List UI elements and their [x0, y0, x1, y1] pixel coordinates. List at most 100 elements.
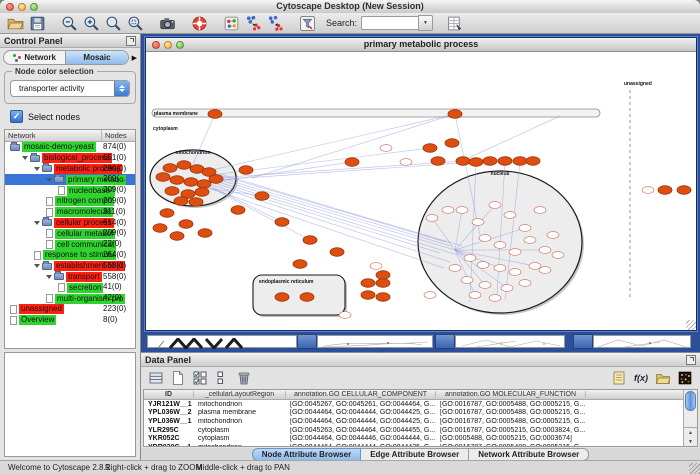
- tree-row[interactable]: cell communicat22(0): [5, 239, 135, 250]
- table-row[interactable]: YDR039C__1mitochondrion[GO:0044464, GO:0…: [144, 443, 684, 447]
- network-node[interactable]: [177, 161, 191, 170]
- tree-row[interactable]: nitrogen compo209(0): [5, 196, 135, 207]
- network-node[interactable]: [184, 178, 198, 187]
- network-node[interactable]: [156, 173, 170, 182]
- zoom-fit-button[interactable]: [103, 14, 123, 32]
- network-node[interactable]: [477, 262, 489, 269]
- tab-network[interactable]: Network: [4, 51, 66, 64]
- function-builder-button[interactable]: f(x): [631, 369, 651, 387]
- network-node[interactable]: [519, 280, 531, 287]
- select-nodes-checkbox[interactable]: ✓: [10, 110, 23, 123]
- network-node[interactable]: [448, 110, 462, 119]
- network-node[interactable]: [198, 229, 212, 238]
- network-node[interactable]: [197, 180, 211, 189]
- network-node[interactable]: [519, 225, 531, 232]
- network-node[interactable]: [345, 158, 359, 167]
- network-node[interactable]: [275, 293, 289, 302]
- float-data-panel-icon[interactable]: [686, 355, 696, 365]
- help-button[interactable]: [189, 14, 209, 32]
- network-node[interactable]: [539, 267, 551, 274]
- tree-row[interactable]: macromolecule311(0): [5, 207, 135, 218]
- tree-row[interactable]: cellular process614(0): [5, 218, 135, 229]
- tree-row[interactable]: multi-organism pro42(0): [5, 293, 135, 304]
- tab-mosaic[interactable]: Mosaic: [66, 51, 127, 64]
- network-node[interactable]: [431, 157, 445, 166]
- network-node[interactable]: [370, 263, 382, 270]
- select-attributes-button[interactable]: [190, 369, 210, 387]
- collapse-network-button[interactable]: [265, 14, 285, 32]
- network-view-frame[interactable]: primary metabolic process plasma membran…: [145, 37, 697, 331]
- annotation-button[interactable]: [221, 14, 241, 32]
- tree-row[interactable]: unassigned223(0): [5, 304, 135, 315]
- network-node[interactable]: [208, 110, 222, 119]
- import-table-button[interactable]: [444, 14, 464, 32]
- network-node[interactable]: [189, 198, 203, 207]
- network-node[interactable]: [330, 248, 344, 257]
- snapshot-button[interactable]: [157, 14, 177, 32]
- tree-row[interactable]: secretion41(0): [5, 282, 135, 293]
- network-node[interactable]: [179, 220, 193, 229]
- expander-icon[interactable]: [22, 156, 28, 160]
- unselect-attributes-button[interactable]: [212, 369, 232, 387]
- node-color-dropdown[interactable]: transporter activity: [10, 80, 130, 97]
- table-row[interactable]: YJR121W__1mitochondrion[GO:0045267, GO:0…: [144, 400, 684, 409]
- search-input[interactable]: [361, 16, 418, 30]
- frame-resize-grip[interactable]: [686, 320, 696, 330]
- network-node[interactable]: [361, 279, 375, 288]
- network-node[interactable]: [539, 247, 551, 254]
- column-layout-button[interactable]: [146, 369, 166, 387]
- network-node[interactable]: [494, 242, 506, 249]
- network-node[interactable]: [547, 232, 559, 239]
- expander-icon[interactable]: [46, 275, 52, 279]
- window-titlebar[interactable]: Cytoscape Desktop (New Session): [0, 0, 700, 14]
- minimized-titlebar-fragment[interactable]: [297, 334, 317, 349]
- network-node[interactable]: [469, 158, 483, 167]
- tree-row[interactable]: transport558(0): [5, 272, 135, 283]
- network-node[interactable]: [160, 209, 174, 218]
- network-node[interactable]: [239, 166, 253, 175]
- tree-row[interactable]: biological_process651(0): [5, 153, 135, 164]
- network-node[interactable]: [534, 207, 546, 214]
- tree-row[interactable]: nucleobase-209(0): [5, 185, 135, 196]
- scrollbar-thumb[interactable]: [685, 391, 696, 411]
- network-node[interactable]: [400, 159, 412, 166]
- network-node[interactable]: [479, 235, 491, 242]
- expander-icon[interactable]: [34, 221, 40, 225]
- table-header-cell[interactable]: _cellularLayoutRegion: [194, 391, 286, 398]
- network-node[interactable]: [426, 215, 438, 222]
- expand-network-button[interactable]: [243, 14, 263, 32]
- network-node[interactable]: [423, 144, 437, 153]
- network-node[interactable]: [361, 291, 375, 300]
- zoom-in-button[interactable]: [81, 14, 101, 32]
- search-dropdown-button[interactable]: ▼: [418, 15, 433, 31]
- table-header-cell[interactable]: ID: [144, 391, 194, 398]
- table-row[interactable]: YLR295Ccytoplasm[GO:0045263, GO:0044464,…: [144, 426, 684, 435]
- scrollbar-arrows[interactable]: ▲▼: [684, 427, 697, 446]
- expander-icon[interactable]: [46, 178, 52, 182]
- window-resize-grip[interactable]: [689, 463, 700, 474]
- network-node[interactable]: [464, 255, 476, 262]
- network-node[interactable]: [658, 186, 672, 195]
- network-node[interactable]: [461, 277, 473, 284]
- network-node[interactable]: [424, 292, 436, 299]
- network-node[interactable]: [303, 236, 317, 245]
- tree-row[interactable]: mosaic-demo-yeast874(0): [5, 142, 135, 153]
- tree-row[interactable]: cellular metabol209(0): [5, 228, 135, 239]
- network-node[interactable]: [442, 207, 454, 214]
- save-session-button[interactable]: [27, 14, 47, 32]
- tree-row[interactable]: Overview8(0): [5, 315, 135, 326]
- open-file-button[interactable]: [5, 14, 25, 32]
- minimized-titlebar-fragment[interactable]: [435, 334, 455, 349]
- float-panel-icon[interactable]: [126, 36, 136, 46]
- network-node[interactable]: [498, 157, 512, 166]
- filter-button[interactable]: [297, 14, 317, 32]
- delete-attribute-button[interactable]: [234, 369, 254, 387]
- network-node[interactable]: [526, 157, 540, 166]
- table-header-cell[interactable]: annotation.GO CELLULAR_COMPONENT: [286, 391, 436, 398]
- network-node[interactable]: [445, 139, 459, 148]
- network-frame-titlebar[interactable]: primary metabolic process: [146, 38, 696, 52]
- network-node[interactable]: [339, 312, 351, 319]
- network-node[interactable]: [380, 145, 392, 152]
- network-node[interactable]: [195, 188, 209, 197]
- network-node[interactable]: [376, 293, 390, 302]
